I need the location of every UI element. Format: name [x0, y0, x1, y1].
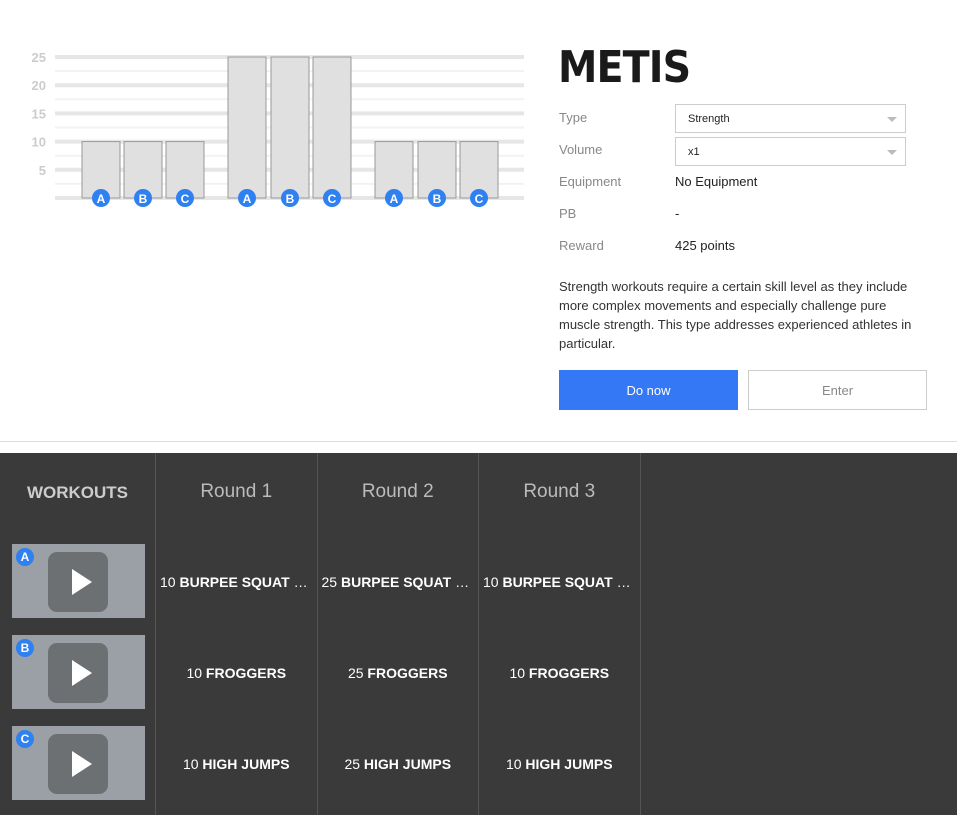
- workout-video-a[interactable]: A: [12, 544, 145, 618]
- reward-label: Reward: [559, 238, 604, 253]
- type-select[interactable]: Strength: [675, 104, 906, 133]
- play-icon[interactable]: [48, 734, 108, 794]
- exercise-cell: 10 FROGGERS: [156, 665, 317, 681]
- reps: 10: [505, 756, 522, 772]
- workouts-header: WORKOUTS: [26, 483, 129, 502]
- exercise-cell: 25 FROGGERS: [318, 665, 479, 681]
- reps: 10: [186, 665, 203, 681]
- chevron-down-icon: [887, 117, 897, 122]
- exercise-name: HIGH JUMPS: [202, 756, 290, 772]
- y-tick-label: 15: [32, 106, 46, 121]
- bar-label: B: [433, 192, 442, 206]
- round-column-1: Round 110 BURPEE SQUAT JUMPS10 FROGGERS1…: [156, 453, 318, 815]
- volume-label: Volume: [559, 142, 603, 157]
- workout-title: METIS: [558, 42, 691, 93]
- exercise-cell: 10 HIGH JUMPS: [479, 756, 640, 772]
- rounds-bar-chart: 5 10 15 20 25 A B C A B C A B C: [32, 50, 524, 207]
- bar-label: C: [328, 192, 337, 206]
- type-value: Strength: [688, 113, 730, 125]
- bar-label: C: [475, 192, 484, 206]
- reward-value: 425 points: [675, 238, 735, 253]
- play-icon[interactable]: [48, 552, 108, 612]
- equipment-value: No Equipment: [675, 174, 758, 189]
- workout-table: WORKOUTS A B C Round 1 10 BURPEE SQUAT JU…: [0, 453, 957, 815]
- workout-description: Strength workouts require a certain skil…: [559, 279, 912, 351]
- workouts-column: WORKOUTS A B C: [0, 453, 156, 815]
- do-now-button[interactable]: Do now: [559, 370, 738, 410]
- volume-value: x1: [688, 146, 700, 158]
- bar-label: B: [286, 192, 295, 206]
- exercise-cell: 10 FROGGERS: [479, 665, 640, 681]
- reps: 10: [160, 574, 176, 590]
- exercise-cell: 10 BURPEE SQUAT JUMPS: [156, 574, 317, 590]
- divider: [0, 441, 957, 442]
- reps: 25: [344, 756, 361, 772]
- equipment-label: Equipment: [559, 174, 622, 189]
- bar-label: C: [181, 192, 190, 206]
- volume-select[interactable]: x1: [675, 137, 906, 166]
- badge-c: C: [16, 730, 34, 748]
- reps: 10: [483, 574, 499, 590]
- exercise-name: FROGGERS: [205, 665, 287, 681]
- type-label: Type: [559, 110, 588, 125]
- bar-label: A: [243, 192, 252, 206]
- exercise-name: FROGGERS: [367, 665, 448, 681]
- y-tick-label: 25: [32, 50, 46, 65]
- round-header: Round 3: [523, 481, 596, 502]
- bar: [312, 56, 352, 199]
- exercise-cell: 10 HIGH JUMPS: [156, 756, 317, 772]
- reps: 25: [321, 574, 338, 590]
- exercise-name: BURPEE SQUAT JUMPS: [502, 574, 639, 590]
- exercise-cell: 25 BURPEE SQUAT JUMPS: [318, 574, 479, 590]
- bar-label: A: [97, 192, 106, 206]
- workout-video-b[interactable]: B: [12, 635, 145, 709]
- y-tick-label: 10: [32, 135, 46, 150]
- reps: 10: [182, 756, 199, 772]
- round-column-2: Round 225 BURPEE SQUAT JUMPS25 FROGGERS2…: [318, 453, 479, 815]
- round-header: Round 2: [361, 481, 434, 502]
- bar: [227, 56, 267, 199]
- reps: 25: [347, 665, 364, 681]
- round-header: Round 1: [200, 481, 273, 502]
- exercise-name: BURPEE SQUAT JUMPS: [179, 574, 316, 590]
- reps: 10: [509, 665, 526, 681]
- exercise-name: BURPEE SQUAT JUMPS: [340, 574, 478, 590]
- badge-b: B: [16, 639, 34, 657]
- badge-a: A: [16, 548, 34, 566]
- pb-label: PB: [559, 206, 577, 221]
- bar: [270, 56, 310, 199]
- play-icon[interactable]: [48, 643, 108, 703]
- pb-value: -: [675, 206, 680, 221]
- chevron-down-icon: [887, 150, 897, 155]
- y-tick-label: 5: [39, 163, 46, 178]
- bar-label: B: [139, 192, 148, 206]
- round-column-3: Round 310 BURPEE SQUAT JUMPS10 FROGGERS1…: [479, 453, 641, 815]
- exercise-name: FROGGERS: [528, 665, 610, 681]
- exercise-cell: 10 BURPEE SQUAT JUMPS: [479, 574, 640, 590]
- y-tick-label: 20: [32, 78, 46, 93]
- enter-button[interactable]: Enter: [748, 370, 927, 410]
- bar-label: A: [390, 192, 399, 206]
- exercise-cell: 25 HIGH JUMPS: [318, 756, 479, 772]
- exercise-name: HIGH JUMPS: [525, 756, 613, 772]
- exercise-name: HIGH JUMPS: [363, 756, 452, 772]
- workout-video-c[interactable]: C: [12, 726, 145, 800]
